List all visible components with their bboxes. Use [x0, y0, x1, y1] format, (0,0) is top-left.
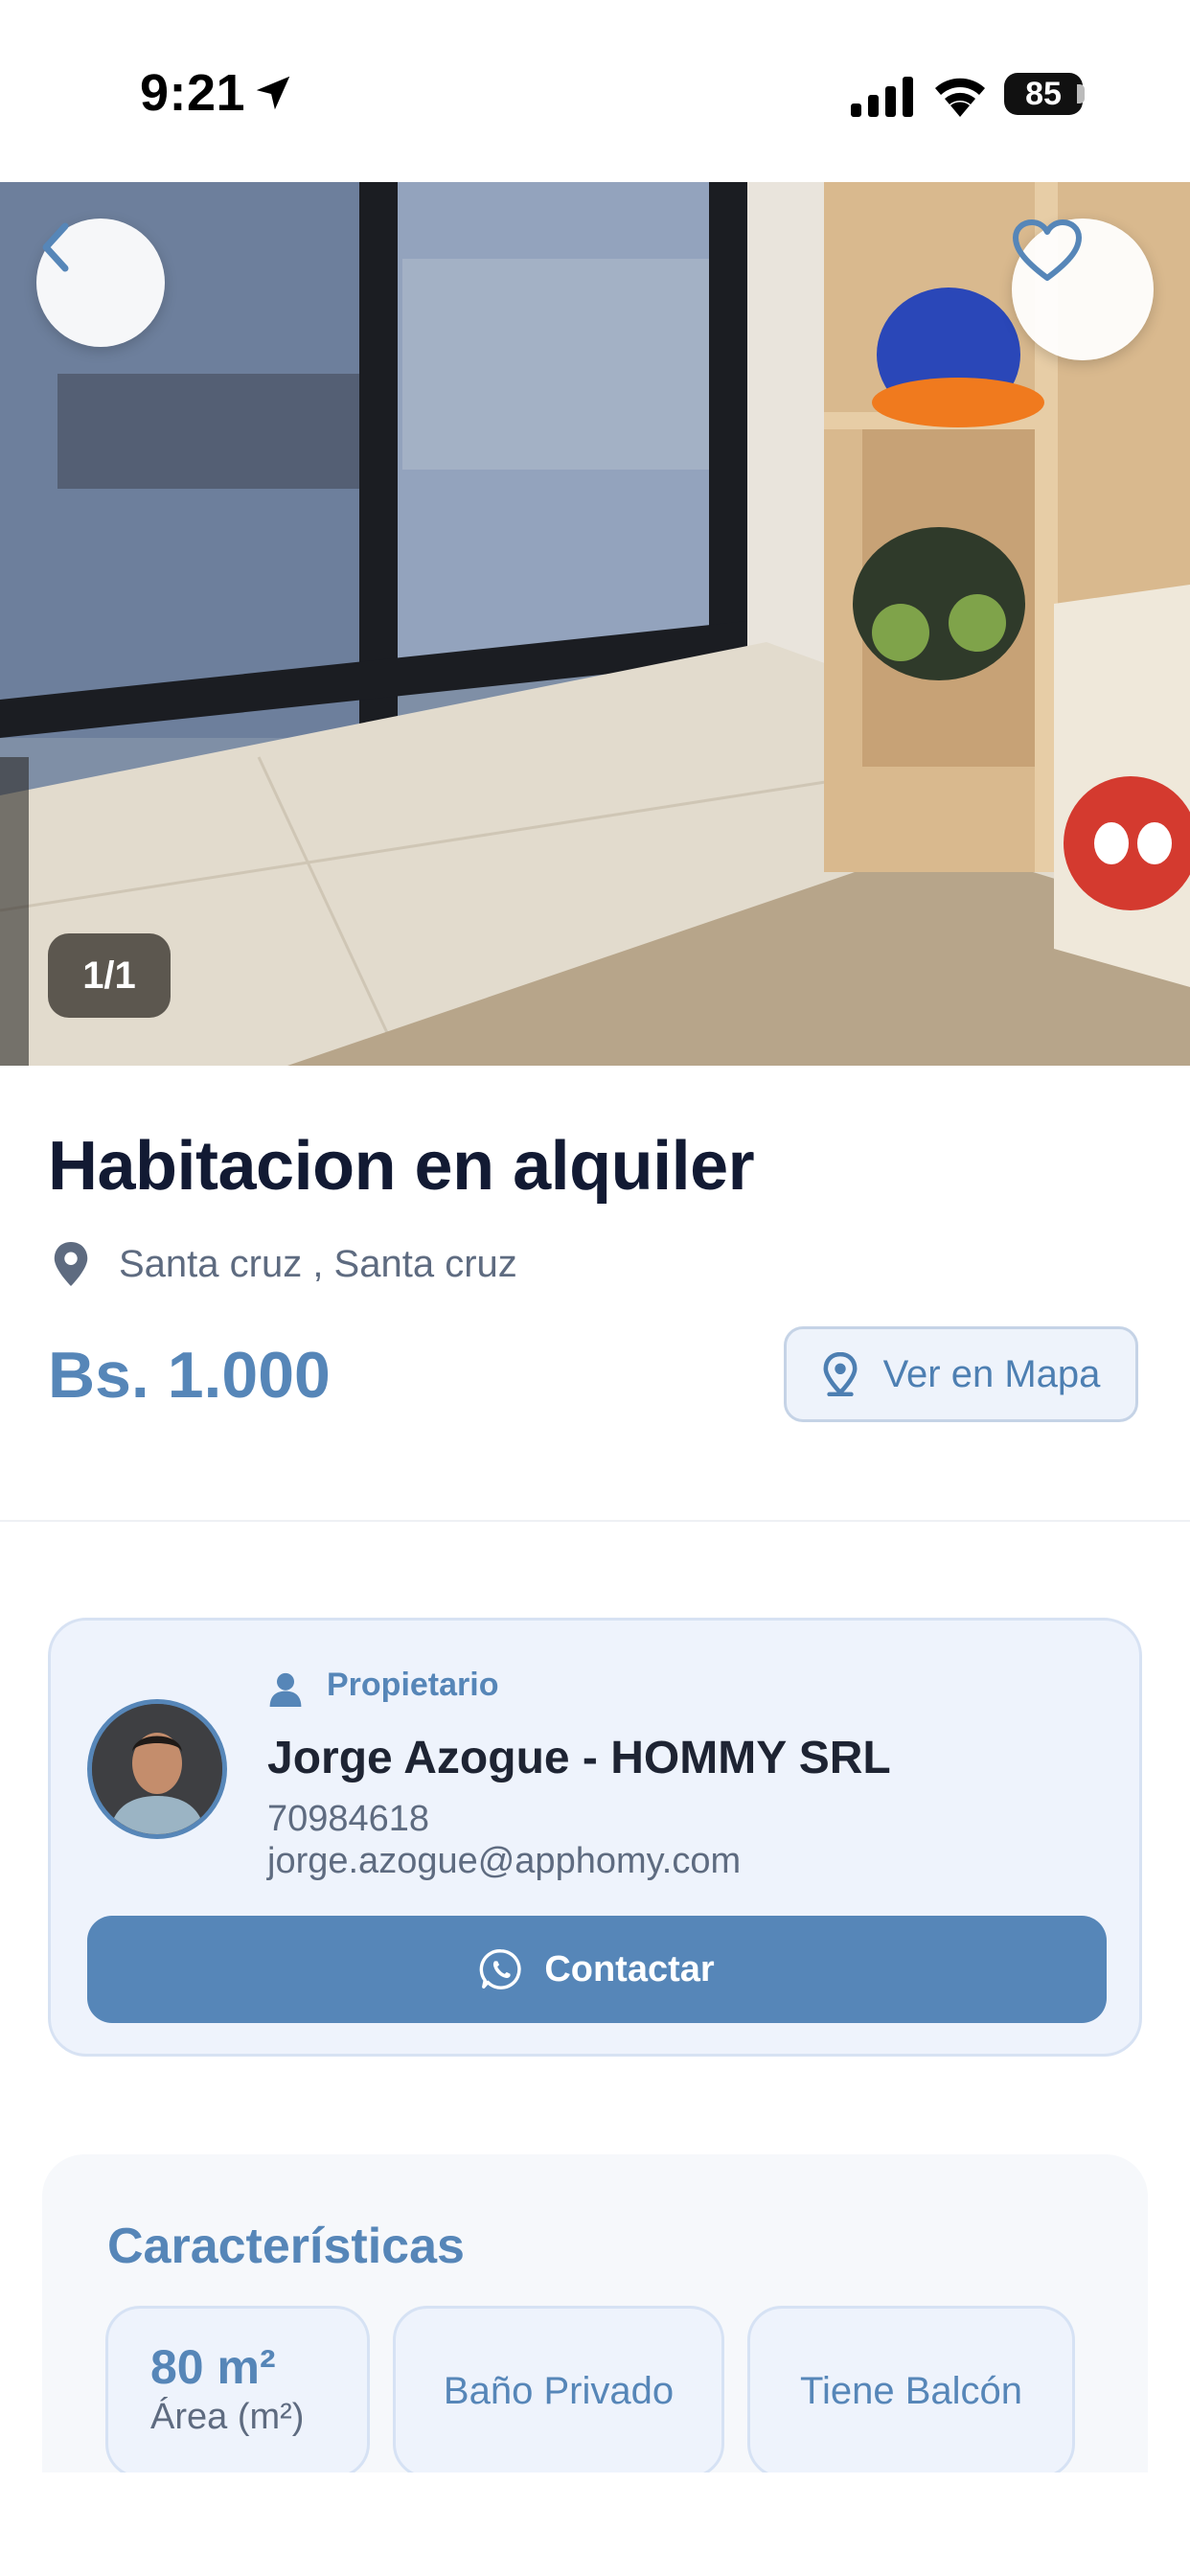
feature-chip-private-bath: Baño Privado [393, 2306, 724, 2472]
feature-balcony-label: Tiene Balcón [800, 2370, 1022, 2412]
photo-counter: 1/1 [48, 933, 171, 1018]
map-pin-icon [823, 1352, 858, 1396]
battery-nub [1077, 84, 1085, 104]
owner-role: Propietario [269, 1663, 498, 1707]
back-button[interactable] [36, 218, 165, 347]
view-on-map-button[interactable]: Ver en Mapa [784, 1326, 1138, 1422]
heart-icon [1013, 219, 1082, 281]
bottom-safe-area [0, 2472, 1190, 2576]
status-time: 9:21 [140, 64, 246, 122]
price: Bs. 1.000 [48, 1339, 331, 1412]
feature-chip-balcony: Tiene Balcón [747, 2306, 1075, 2472]
property-photo[interactable]: 1/1 [0, 182, 1190, 1066]
location-row: Santa cruz , Santa cruz [52, 1242, 517, 1286]
location-arrow-icon [256, 76, 290, 110]
owner-name: Jorge Azogue - HOMMY SRL [267, 1733, 891, 1783]
feature-private-bath-label: Baño Privado [443, 2370, 675, 2412]
features-section: Características 80 m² Área (m²) Baño Pri… [42, 2154, 1148, 2472]
wifi-icon [935, 78, 985, 117]
battery-icon: 85 [1004, 73, 1083, 115]
feature-area-label: Área (m²) [150, 2397, 305, 2437]
signal-icon [851, 77, 913, 117]
contact-button[interactable]: Contactar [87, 1916, 1107, 2023]
view-on-map-label: Ver en Mapa [882, 1352, 1101, 1395]
section-divider [0, 1520, 1190, 1522]
feature-area-value: 80 m² [150, 2340, 276, 2394]
listing-title: Habitacion en alquiler [48, 1128, 755, 1205]
owner-role-label: Propietario [327, 1666, 499, 1703]
avatar-image [92, 1704, 222, 1834]
location-text: Santa cruz , Santa cruz [119, 1242, 517, 1285]
favorite-button[interactable] [1012, 218, 1154, 360]
photo-illustration [0, 182, 1190, 1066]
owner-card: Propietario Jorge Azogue - HOMMY SRL 709… [48, 1618, 1142, 2057]
feature-chip-area: 80 m² Área (m²) [105, 2306, 370, 2472]
owner-email[interactable]: jorge.azogue@apphomy.com [267, 1841, 741, 1882]
features-title: Características [107, 2219, 465, 2274]
map-pin-icon [54, 1242, 88, 1286]
avatar [87, 1699, 227, 1839]
status-bar: 9:21 85 [0, 0, 1190, 182]
owner-phone[interactable]: 70984618 [267, 1799, 429, 1840]
person-icon [269, 1672, 302, 1707]
back-chevron-icon [42, 222, 69, 272]
contact-button-label: Contactar [544, 1948, 715, 1990]
whatsapp-icon [479, 1949, 521, 1990]
